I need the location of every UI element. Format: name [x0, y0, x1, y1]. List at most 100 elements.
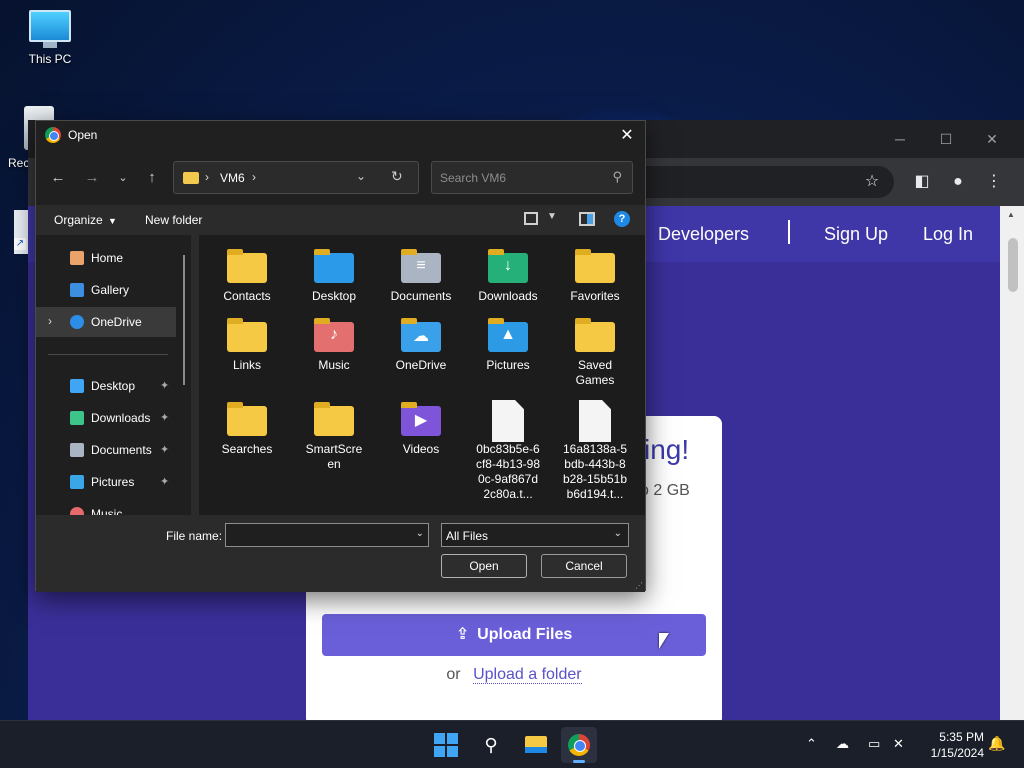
onedrive-folder-icon: ☁	[399, 318, 443, 352]
chevron-down-icon: ⌄	[613, 528, 622, 539]
resize-grip-icon[interactable]: ⋰	[635, 581, 643, 590]
sidebar-item-pictures[interactable]: Pictures ✦	[36, 467, 176, 497]
profile-icon[interactable]: ●	[946, 170, 970, 194]
help-icon[interactable]: ?	[614, 211, 630, 227]
file-item-videos[interactable]: ▶ Videos	[379, 402, 463, 457]
maximize-icon[interactable]: ☐	[926, 128, 966, 150]
sidebar-item-label: Home	[91, 251, 124, 265]
clock[interactable]: 5:35 PM 1/15/2024	[918, 729, 984, 761]
file-type-select[interactable]: All Files ⌄	[441, 523, 629, 547]
file-item-smartscreen[interactable]: SmartScreen	[292, 402, 376, 472]
upload-folder-link[interactable]: Upload a folder	[473, 666, 582, 684]
chevron-down-icon: ▼	[108, 216, 117, 226]
refresh-icon[interactable]: ↻	[391, 168, 403, 185]
notification-bell-icon[interactable]: 🔔	[988, 735, 1005, 752]
file-item-document[interactable]: 16a8138a-5bdb-443b-8b28-15b51bb6d194.t..…	[553, 400, 637, 502]
music-icon	[70, 507, 84, 515]
file-explorer-button[interactable]	[517, 727, 553, 763]
file-item-onedrive[interactable]: ☁ OneDrive	[379, 318, 463, 373]
file-item-downloads[interactable]: ↓ Downloads	[466, 249, 550, 304]
sidebar-item-home[interactable]: Home	[36, 243, 176, 273]
file-item-searches[interactable]: Searches	[205, 402, 289, 457]
address-bar[interactable]: › VM6 › ⌄ ↻	[173, 161, 419, 194]
onedrive-cloud-icon[interactable]: ☁	[836, 736, 849, 752]
scroll-up-icon[interactable]: ▲	[1007, 210, 1015, 219]
folder-icon	[225, 318, 269, 352]
file-item-label: Pictures	[486, 358, 530, 372]
close-icon[interactable]: ✕	[972, 128, 1012, 150]
search-input[interactable]	[432, 162, 602, 193]
minimize-icon[interactable]: ─	[880, 128, 920, 150]
file-item-label: Music	[318, 358, 350, 372]
search-box[interactable]: ⚲	[431, 161, 633, 194]
close-icon[interactable]: ✕	[615, 124, 639, 148]
new-folder-button[interactable]: New folder	[145, 213, 202, 227]
file-item-document[interactable]: 0bc83b5e-6cf8-4b13-980c-9af867d2c80a.t..…	[466, 400, 550, 502]
organize-button[interactable]: Organize ▼	[54, 213, 117, 227]
sidebar-divider	[48, 354, 168, 355]
sidebar-scrollbar[interactable]	[183, 255, 185, 385]
card-subtext: o 2 GB	[640, 482, 690, 499]
nav-developers[interactable]: Developers	[658, 224, 749, 245]
more-menu-icon[interactable]: ⋮	[982, 170, 1006, 194]
file-item-contacts[interactable]: Contacts	[205, 249, 289, 304]
clock-time: 5:35 PM	[939, 730, 984, 744]
sidebar-item-gallery[interactable]: Gallery	[36, 275, 176, 305]
file-item-label: SmartScreen	[305, 442, 363, 471]
file-item-links[interactable]: Links	[205, 318, 289, 373]
network-icon[interactable]: ▭	[868, 736, 880, 752]
sidebar-item-onedrive[interactable]: › OneDrive	[36, 307, 176, 337]
command-bar: Organize ▼ New folder ▼ ?	[36, 205, 645, 235]
file-item-label: Downloads	[478, 289, 538, 303]
file-name-label: File name:	[166, 529, 223, 543]
file-item-desktop[interactable]: Desktop	[292, 249, 376, 304]
upload-files-button[interactable]: ⇪ Upload Files	[322, 614, 706, 656]
preview-pane-icon[interactable]	[579, 212, 595, 226]
clock-date: 1/15/2024	[930, 746, 984, 760]
side-panel-icon[interactable]: ◧	[910, 170, 934, 194]
pictures-icon	[70, 475, 84, 489]
file-item-documents[interactable]: ≡ Documents	[379, 249, 463, 304]
sidebar-item-documents[interactable]: Documents ✦	[36, 435, 176, 465]
file-name-field[interactable]: ⌄	[225, 523, 429, 547]
file-name-input[interactable]	[226, 524, 406, 546]
start-button[interactable]	[434, 733, 458, 757]
search-icon[interactable]: ⚲	[473, 727, 509, 763]
chrome-taskbar-button[interactable]	[561, 727, 597, 763]
nav-log-in[interactable]: Log In	[923, 224, 973, 245]
file-item-saved-games[interactable]: Saved Games	[553, 318, 637, 388]
breadcrumb-segment[interactable]: VM6	[220, 171, 245, 185]
chevron-down-icon[interactable]: ⌄	[416, 528, 424, 539]
bookmark-star-icon[interactable]: ☆	[860, 170, 884, 194]
chevron-right-icon[interactable]: ›	[48, 314, 52, 328]
volume-muted-icon[interactable]: ✕	[893, 736, 904, 752]
file-item-label: Saved Games	[575, 358, 615, 387]
breadcrumb-chevron-icon[interactable]: ›	[205, 170, 209, 184]
file-item-pictures[interactable]: ▲ Pictures	[466, 318, 550, 373]
sidebar-item-label: Pictures	[91, 475, 135, 489]
sidebar-item-desktop[interactable]: Desktop ✦	[36, 371, 176, 401]
onedrive-icon	[70, 315, 84, 329]
desktop-icon-this-pc[interactable]: This PC	[18, 10, 82, 66]
change-view-icon[interactable]	[524, 212, 538, 225]
recent-locations-chevron-icon[interactable]: ⌄	[112, 167, 134, 189]
sidebar-item-downloads[interactable]: Downloads ✦	[36, 403, 176, 433]
chevron-down-icon[interactable]: ⌄	[356, 169, 366, 183]
up-arrow-icon[interactable]: ↑	[141, 167, 163, 189]
breadcrumb-chevron-icon[interactable]: ›	[252, 170, 256, 184]
sidebar-item-music[interactable]: Music	[36, 499, 176, 515]
search-icon: ⚲	[612, 169, 622, 184]
scroll-thumb[interactable]	[1008, 238, 1018, 292]
chevron-down-icon[interactable]: ▼	[547, 211, 557, 222]
open-button[interactable]: Open	[441, 554, 527, 578]
file-item-label: Videos	[402, 442, 440, 456]
forward-arrow-icon[interactable]: →	[81, 167, 103, 189]
cancel-button[interactable]: Cancel	[541, 554, 627, 578]
page-scrollbar[interactable]: ▲	[1000, 206, 1024, 720]
chevron-up-icon[interactable]: ⌃	[806, 736, 817, 752]
file-explorer-icon	[525, 736, 547, 753]
nav-sign-up[interactable]: Sign Up	[824, 224, 888, 245]
file-item-music[interactable]: ♪ Music	[292, 318, 376, 373]
back-arrow-icon[interactable]: ←	[47, 167, 69, 189]
file-item-favorites[interactable]: Favorites	[553, 249, 637, 304]
